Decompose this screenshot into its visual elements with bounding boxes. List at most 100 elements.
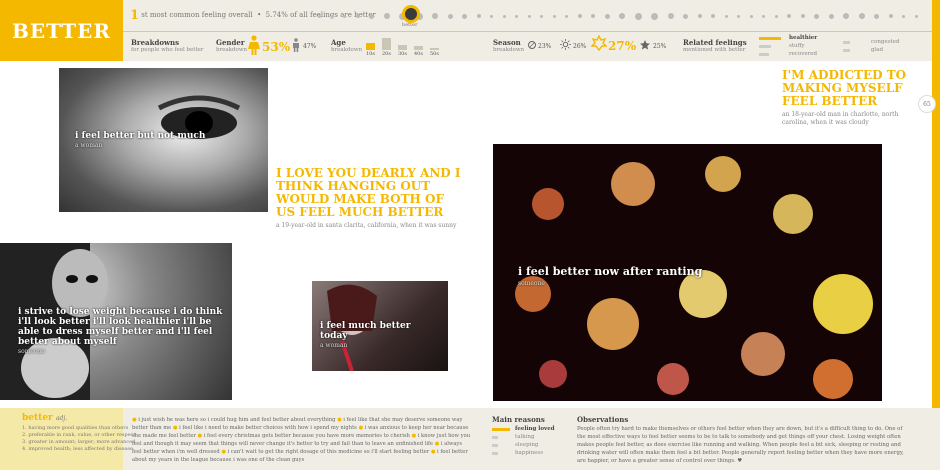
pull-quote-1-author: an 18-year-old man in charlotte, north c… bbox=[782, 111, 899, 126]
feeling-dot[interactable] bbox=[330, 14, 334, 18]
feeling-dot[interactable] bbox=[619, 13, 625, 19]
reason-bar-1 bbox=[492, 428, 510, 431]
feeling-dot[interactable] bbox=[828, 13, 834, 19]
feeling-dot[interactable] bbox=[787, 14, 791, 18]
feeling-dot[interactable] bbox=[565, 14, 568, 18]
selected-feeling-dot[interactable] bbox=[402, 5, 420, 23]
snippet: i just wish he was here so i could hug h… bbox=[138, 417, 336, 423]
female-icon bbox=[248, 35, 260, 55]
reason-item-1: feeling loved bbox=[515, 426, 555, 432]
age-label-10s: 10s bbox=[366, 51, 375, 57]
breakdowns-heading: Breakdowns for people who feel better bbox=[131, 38, 204, 53]
observations-text: People often try hard to make themselves… bbox=[577, 426, 904, 464]
snippet-bullet: ● bbox=[132, 417, 137, 423]
feeling-dot[interactable] bbox=[432, 13, 438, 19]
feeling-dot[interactable] bbox=[476, 14, 481, 18]
snippet-bullet: ● bbox=[411, 433, 417, 439]
feeling-dot[interactable] bbox=[462, 13, 467, 19]
feeling-dot[interactable] bbox=[447, 13, 453, 19]
age-sub: breakdown bbox=[331, 47, 363, 53]
season-sub: breakdown bbox=[493, 47, 525, 53]
feeling-dot[interactable] bbox=[814, 13, 819, 19]
photo-caption-1: i feel better but not much a woman bbox=[75, 131, 255, 151]
age-heading: Age breakdown bbox=[331, 38, 362, 53]
feeling-dot[interactable] bbox=[711, 14, 715, 18]
age-bar-30s bbox=[398, 44, 407, 50]
feeling-dot[interactable] bbox=[369, 13, 374, 19]
snippet-bullet: ● bbox=[197, 433, 203, 439]
feeling-dot[interactable] bbox=[800, 14, 805, 18]
feeling-dot[interactable] bbox=[552, 14, 556, 18]
photo-caption-4: i feel better now after ranting someone bbox=[518, 266, 778, 290]
season-label: Season bbox=[493, 38, 521, 47]
reasons-title: Main reasons bbox=[492, 415, 545, 424]
feeling-dot[interactable] bbox=[502, 14, 506, 18]
related-title: Related feelings bbox=[683, 38, 747, 47]
feeling-dot[interactable] bbox=[591, 14, 595, 18]
feeling-dot[interactable] bbox=[749, 14, 753, 18]
rank-text: st most common feeling overall bbox=[141, 11, 253, 19]
photo-caption-1-text: i feel better but not much bbox=[75, 131, 206, 141]
photo-bokeh-lights: i feel better now after ranting someone bbox=[493, 144, 882, 401]
age-chart bbox=[366, 38, 456, 50]
reason-item-3: sleeping bbox=[515, 442, 539, 448]
feeling-dot[interactable] bbox=[318, 14, 321, 18]
feeling-dot[interactable] bbox=[888, 14, 893, 18]
feeling-dot[interactable] bbox=[604, 13, 610, 19]
snippet-bullet: ● bbox=[172, 425, 178, 431]
reason-bar-3 bbox=[492, 444, 498, 447]
feeling-dot[interactable] bbox=[762, 14, 765, 18]
feeling-dot[interactable] bbox=[843, 13, 849, 19]
feeling-dot[interactable] bbox=[697, 14, 702, 18]
feeling-dot[interactable] bbox=[540, 14, 543, 18]
photo-caption-3: i feel much better today a woman bbox=[320, 321, 440, 351]
definition-pos: adj. bbox=[55, 415, 68, 422]
feeling-dot[interactable] bbox=[737, 14, 740, 18]
definition-word-text: better bbox=[22, 413, 53, 423]
feeling-dot[interactable] bbox=[343, 14, 346, 18]
male-percent: 47% bbox=[303, 43, 317, 50]
related-bar-stuffy bbox=[759, 45, 771, 48]
chapter-tab bbox=[932, 0, 940, 470]
age-label-30s: 30s bbox=[398, 51, 407, 57]
feeling-dot[interactable] bbox=[902, 14, 905, 18]
feeling-dot[interactable] bbox=[355, 14, 360, 18]
pull-quote-2-author: a 19-year-old in santa clarita, californ… bbox=[276, 222, 457, 229]
feeling-dot[interactable] bbox=[683, 13, 688, 19]
feeling-dot[interactable] bbox=[914, 14, 918, 18]
photo-caption-3-author: a woman bbox=[320, 342, 348, 349]
feeling-dot[interactable] bbox=[577, 14, 582, 18]
breakdowns-title: Breakdowns bbox=[131, 38, 180, 47]
summer-percent: 26% bbox=[573, 43, 587, 50]
feeling-dot[interactable] bbox=[634, 12, 642, 20]
feeling-dot[interactable] bbox=[651, 12, 658, 20]
definition-item: 4. improved health; less affected by dis… bbox=[22, 446, 133, 452]
photo-woman-baby: i strive to lose weight because i do thi… bbox=[0, 243, 232, 400]
feeling-dot[interactable] bbox=[724, 14, 728, 18]
feeling-dot[interactable] bbox=[874, 13, 879, 19]
winter-percent: 23% bbox=[538, 43, 552, 50]
gender-heading: Gender breakdown bbox=[216, 38, 247, 53]
feeling-dot[interactable] bbox=[858, 13, 865, 19]
feeling-dot[interactable] bbox=[527, 14, 531, 18]
header-divider bbox=[123, 31, 940, 32]
feeling-dot[interactable] bbox=[667, 13, 674, 19]
definition-word: better adj. bbox=[22, 413, 67, 423]
feeling-dot[interactable] bbox=[515, 14, 518, 18]
related-bar-healthier bbox=[759, 37, 781, 40]
photo-caption-4-author: someone bbox=[518, 280, 545, 287]
age-bar-10s bbox=[366, 43, 375, 50]
related-recovered: recovered bbox=[789, 51, 818, 57]
feeling-dot[interactable] bbox=[490, 14, 493, 18]
photo-caption-1-author: a woman bbox=[75, 142, 103, 149]
breakdowns-subtitle: for people who feel better bbox=[131, 47, 204, 53]
snippet-bullet: ● bbox=[430, 449, 436, 455]
feeling-dot[interactable] bbox=[383, 13, 390, 19]
spring-flower-icon bbox=[591, 35, 607, 51]
feeling-dot[interactable] bbox=[774, 14, 778, 18]
photo-caption-4-text: i feel better now after ranting bbox=[518, 265, 703, 278]
photo-caption-2-text: i strive to lose weight because i do thi… bbox=[18, 307, 223, 347]
photo-eye-closeup: i feel better but not much a woman bbox=[59, 68, 268, 212]
photo-caption-2-author: someone bbox=[18, 348, 45, 355]
female-percent: 53% bbox=[262, 40, 291, 54]
